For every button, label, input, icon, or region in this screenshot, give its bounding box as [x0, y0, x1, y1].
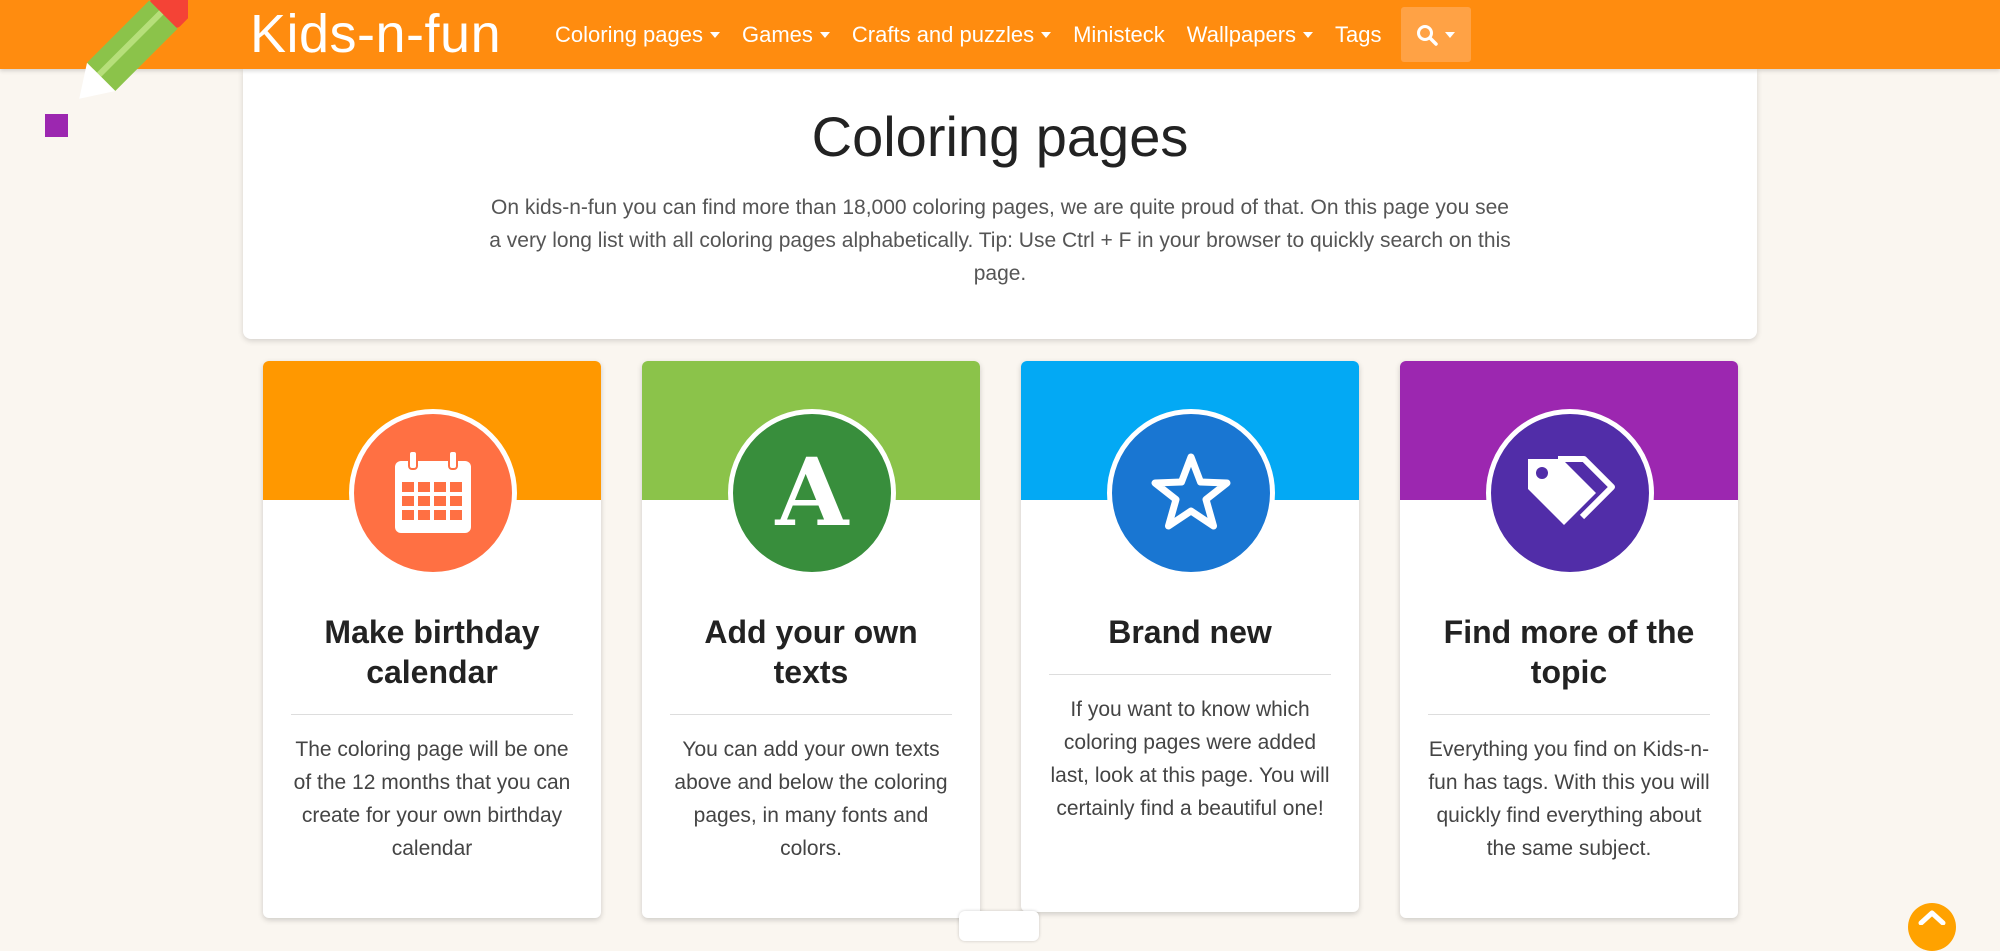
back-to-top-button[interactable]: [1908, 903, 1956, 951]
intro-panel: Coloring pages On kids-n-fun you can fin…: [243, 69, 1757, 339]
brand-name[interactable]: Kids-n-fun: [250, 2, 501, 66]
card-find-more-topic[interactable]: Find more of the topic Everything you fi…: [1400, 361, 1738, 918]
nav-item-label: Tags: [1335, 21, 1382, 47]
nav-item-games[interactable]: Games: [731, 22, 841, 48]
tags-icon: [1528, 456, 1615, 525]
card-title: Add your own texts: [704, 614, 918, 690]
nav-item-label: Crafts and puzzles: [851, 21, 1035, 47]
chevron-down-icon: [1445, 31, 1456, 38]
letter-a-icon: A: [775, 438, 849, 548]
nav-item-ministeck[interactable]: Ministeck: [1062, 22, 1176, 48]
chevron-down-icon: [1041, 31, 1052, 38]
star-icon: [1151, 453, 1231, 530]
card-birthday-calendar[interactable]: Make birthday calendar The coloring page…: [263, 361, 601, 918]
search-dropdown-button[interactable]: [1400, 7, 1471, 62]
nav-menu: Coloring pages Games Crafts and puzzles …: [544, 0, 1471, 69]
card-icon-circle: [1486, 409, 1654, 577]
chevron-up-icon: [1918, 910, 1946, 925]
chevron-down-icon: [709, 31, 720, 38]
card-add-own-texts[interactable]: A Add your own texts You can add your ow…: [642, 361, 980, 918]
top-navbar: Kids-n-fun Coloring pages Games Crafts a…: [0, 0, 2000, 69]
card-text: Everything you find on Kids-n-fun has ta…: [1428, 738, 1710, 860]
page-title: Coloring pages: [811, 105, 1189, 168]
nav-item-label: Coloring pages: [555, 21, 703, 47]
chevron-down-icon: [819, 31, 830, 38]
nav-item-label: Ministeck: [1073, 21, 1165, 47]
card-divider: [291, 714, 573, 715]
calendar-icon: [395, 451, 471, 533]
nav-item-wallpapers[interactable]: Wallpapers: [1176, 22, 1324, 48]
card-title: Make birthday calendar: [324, 614, 540, 690]
nav-item-tags[interactable]: Tags: [1324, 22, 1392, 48]
nav-item-label: Wallpapers: [1186, 21, 1297, 47]
intro-text: On kids-n-fun you can find more than 18,…: [489, 196, 1511, 285]
nav-item-coloring-pages[interactable]: Coloring pages: [544, 22, 731, 48]
card-icon-circle: [349, 409, 517, 577]
nav-item-label: Games: [741, 21, 813, 47]
card-title: Brand new: [1108, 614, 1272, 650]
nav-item-crafts-and-puzzles[interactable]: Crafts and puzzles: [841, 22, 1062, 48]
card-title: Find more of the topic: [1443, 614, 1695, 690]
card-divider: [1428, 714, 1710, 715]
card-divider: [1049, 674, 1331, 675]
card-divider: [670, 714, 952, 715]
card-icon-circle: [1107, 409, 1275, 577]
search-icon: [1417, 24, 1438, 46]
card-text: If you want to know which coloring pages…: [1050, 698, 1330, 820]
card-text: The coloring page will be one of the 12 …: [293, 738, 571, 860]
pencil-logo-icon[interactable]: [38, 0, 188, 145]
chevron-down-icon: [1303, 31, 1314, 38]
card-icon-circle: A: [728, 409, 896, 577]
card-text: You can add your own texts above and bel…: [674, 738, 948, 860]
bottom-panel-edge: [959, 911, 1039, 941]
card-brand-new[interactable]: Brand new If you want to know which colo…: [1021, 361, 1359, 912]
